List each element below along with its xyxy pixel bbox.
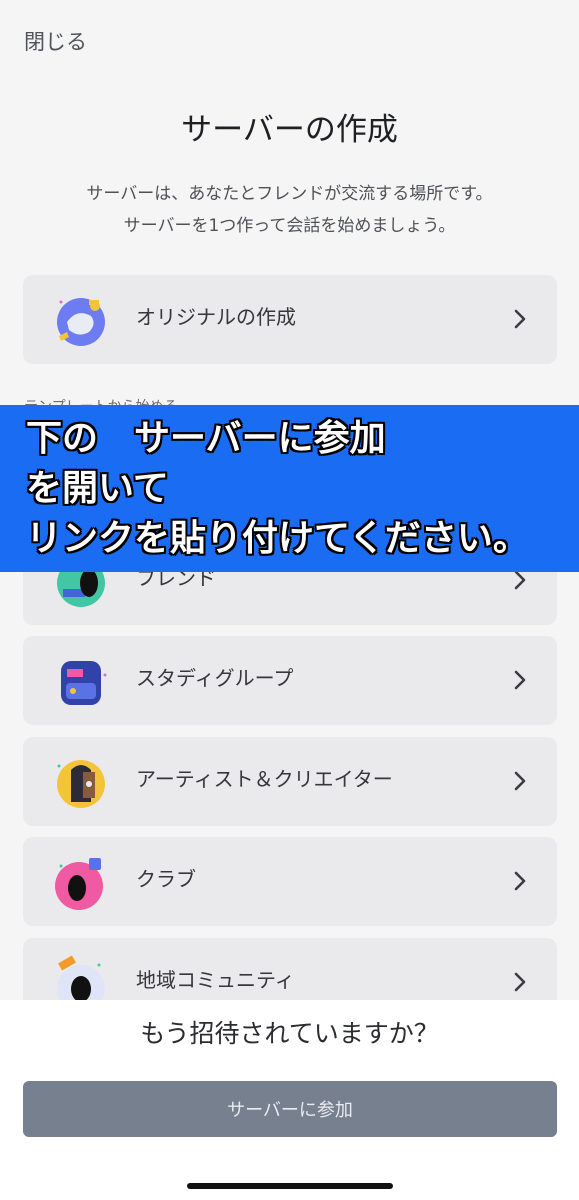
template-label: スタディグループ	[136, 666, 294, 690]
backpack-icon	[61, 661, 107, 705]
close-button[interactable]: 閉じる	[24, 26, 87, 56]
already-invited-question: もう招待されていますか？	[140, 1019, 439, 1048]
template-label: アーティスト＆クリエイター	[136, 767, 393, 791]
instruction-banner: 下の サーバーに参加 を開いて リンクを貼り付けてください。	[0, 405, 579, 572]
globe-icon	[57, 298, 105, 346]
template-card-club[interactable]: クラブ	[23, 837, 557, 926]
banner-line-2: を開いて	[26, 467, 169, 509]
create-own-server-card[interactable]: オリジナルの作成	[23, 275, 557, 364]
home-indicator[interactable]	[187, 1183, 393, 1189]
template-label: 地域コミュニティ	[136, 968, 295, 992]
template-card-study-group[interactable]: スタディグループ	[23, 636, 557, 725]
subtitle: サーバーは、あなたとフレンドが交流する場所です。 サーバーを1つ作って会話を始め…	[0, 178, 579, 242]
chevron-right-icon	[514, 871, 526, 891]
template-card-artists-creators[interactable]: アーティスト＆クリエイター	[23, 737, 557, 826]
door-icon	[57, 760, 105, 808]
create-own-label: オリジナルの作成	[136, 305, 296, 329]
club-icon	[55, 858, 103, 910]
page-title: サーバーの作成	[181, 112, 398, 148]
chevron-right-icon	[514, 670, 526, 690]
banner-line-1: 下の サーバーに参加	[26, 417, 386, 459]
subtitle-line-2: サーバーを1つ作って会話を始めましょう。	[123, 216, 456, 236]
subtitle-line-1: サーバーは、あなたとフレンドが交流する場所です。	[86, 184, 493, 204]
banner-line-3: リンクを貼り付けてください。	[26, 517, 529, 559]
chevron-right-icon	[514, 771, 526, 791]
template-label: クラブ	[136, 867, 196, 891]
join-sheet: もう招待されていますか？ サーバーに参加	[0, 1000, 579, 1200]
chevron-right-icon	[514, 309, 526, 329]
join-server-button[interactable]: サーバーに参加	[23, 1081, 557, 1137]
chevron-right-icon	[514, 972, 526, 992]
